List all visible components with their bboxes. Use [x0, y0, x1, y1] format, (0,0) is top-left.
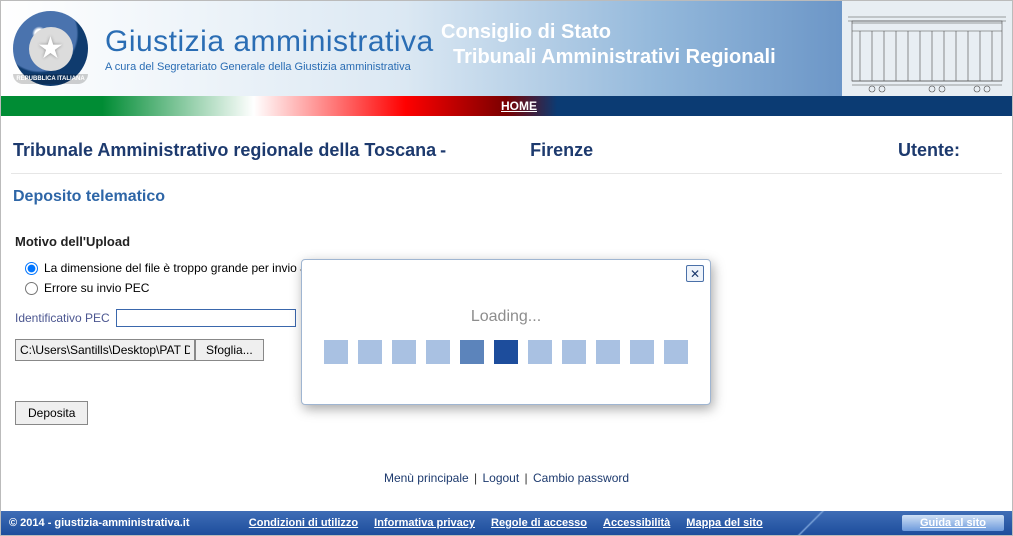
link-logout[interactable]: Logout [482, 471, 519, 485]
radio-filesize[interactable] [25, 262, 38, 275]
footer-separator-icon [771, 511, 851, 535]
court-city: Firenze [530, 140, 593, 161]
court-row: Tribunale Amministrativo regionale della… [11, 130, 1002, 174]
footer: © 2014 - giustizia-amministrativa.it Con… [1, 511, 1012, 535]
pec-input[interactable] [116, 309, 296, 327]
state-emblem-icon: ★ REPUBBLICA ITALIANA [13, 11, 88, 86]
links-row: Menù principale | Logout | Cambio passwo… [11, 471, 1002, 485]
file-path-display [15, 339, 195, 361]
building-illustration-icon [842, 1, 1012, 96]
loading-text: Loading... [302, 308, 710, 326]
link-change-password[interactable]: Cambio password [533, 471, 629, 485]
header-title-block: Giustizia amministrativa A cura del Segr… [105, 25, 434, 73]
pec-label: Identificativo PEC [15, 311, 110, 325]
header: ★ REPUBBLICA ITALIANA Giustizia amminist… [1, 1, 1012, 96]
app-subtitle: A cura del Segretariato Generale della G… [105, 61, 434, 73]
loading-dialog: ✕ Loading... [301, 259, 711, 405]
app-title: Giustizia amministrativa [105, 25, 434, 59]
radio-filesize-label: La dimensione del file è troppo grande p… [44, 261, 320, 275]
header-right-line1: Consiglio di Stato [441, 21, 776, 44]
court-name: Tribunale Amministrativo regionale della… [13, 140, 436, 161]
footer-link-conditions[interactable]: Condizioni di utilizzo [249, 517, 358, 529]
footer-link-guide[interactable]: Guida al sito [902, 515, 1004, 531]
section-title: Deposito telematico [11, 174, 1002, 214]
header-right-line2: Tribunali Amministrativi Regionali [453, 46, 776, 69]
navbar: HOME [1, 96, 1012, 116]
deposit-button[interactable]: Deposita [15, 401, 88, 425]
footer-link-sitemap[interactable]: Mappa del sito [686, 517, 762, 529]
home-link[interactable]: HOME [501, 96, 537, 116]
footer-link-rules[interactable]: Regole di accesso [491, 517, 587, 529]
radio-pecerror[interactable] [25, 282, 38, 295]
motivo-header: Motivo dell'Upload [15, 234, 998, 249]
close-icon[interactable]: ✕ [686, 265, 704, 282]
loading-bars-icon [302, 340, 710, 364]
footer-copyright: © 2014 - giustizia-amministrativa.it [9, 517, 190, 529]
court-dash: - [440, 140, 446, 161]
browse-button[interactable]: Sfoglia... [195, 339, 264, 361]
footer-link-accessibility[interactable]: Accessibilità [603, 517, 670, 529]
radio-pecerror-label: Errore su invio PEC [44, 281, 149, 295]
header-right-titles: Consiglio di Stato Tribunali Amministrat… [441, 21, 776, 69]
footer-link-privacy[interactable]: Informativa privacy [374, 517, 475, 529]
link-main-menu[interactable]: Menù principale [384, 471, 469, 485]
user-label: Utente: [898, 140, 960, 161]
